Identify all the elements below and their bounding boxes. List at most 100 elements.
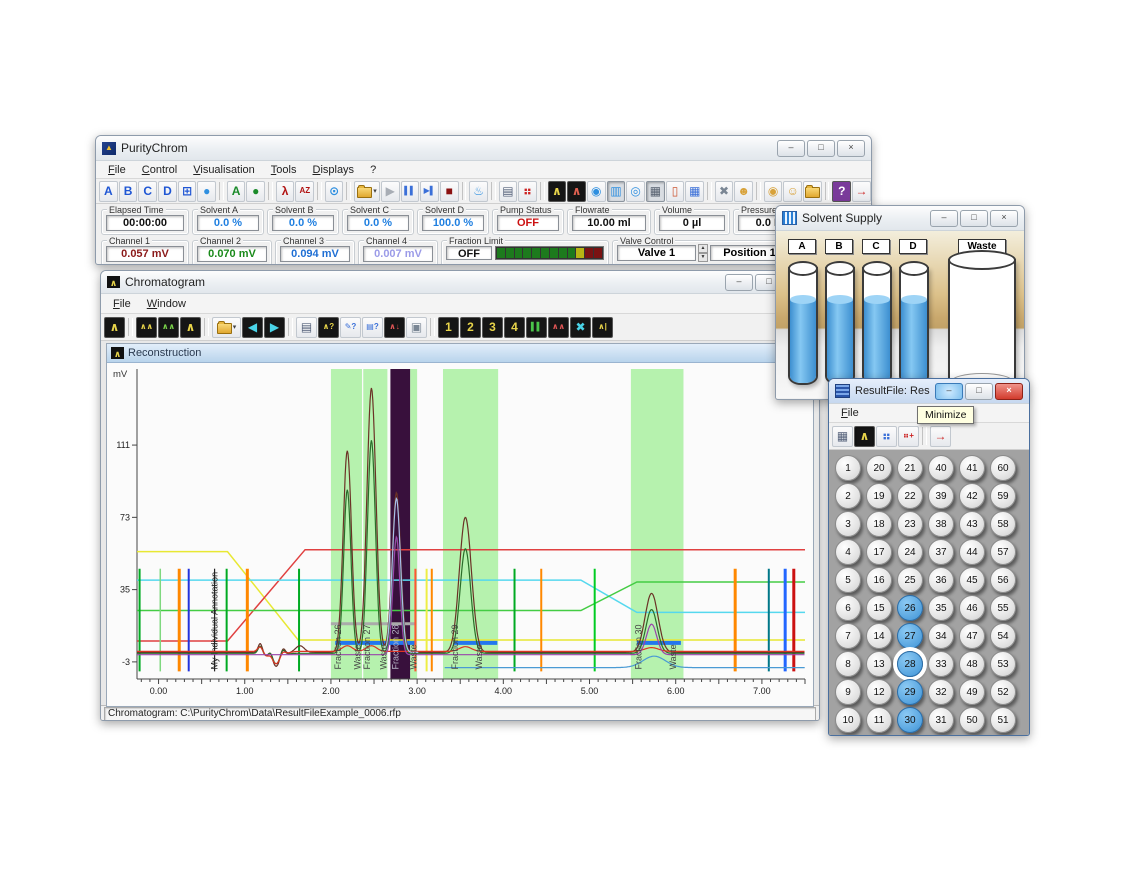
puritychrom-titlebar[interactable]: ▲ PurityChrom – □ × [96,136,871,161]
settings-button[interactable]: ✖ [715,181,734,202]
column-store-button[interactable]: ◎ [626,181,645,202]
fraction-43[interactable]: 43 [959,511,985,537]
fraction-30[interactable]: 30 [897,707,923,733]
fraction-37[interactable]: 37 [928,539,954,565]
online-view-button[interactable]: ∧ [104,317,125,338]
fraction-42[interactable]: 42 [959,483,985,509]
fraction-50[interactable]: 50 [959,707,985,733]
fraction-45[interactable]: 45 [959,567,985,593]
channel-4-view-button[interactable]: 4 [504,317,525,338]
autozero-a-button[interactable]: A [227,181,246,202]
chromatogram-titlebar[interactable]: ∧ Chromatogram – □ × [101,271,819,294]
solvent-supply-titlebar[interactable]: Solvent Supply – □ × [776,206,1024,231]
valve-1-field[interactable]: Valve 1 [617,245,696,261]
fraction-3[interactable]: 3 [835,511,861,537]
fraction-34[interactable]: 34 [928,623,954,649]
open-method-button[interactable]: ▾ [354,181,380,202]
fraction-23[interactable]: 23 [897,511,923,537]
purge-valve-button[interactable]: ⊙ [325,181,344,202]
solvent-supply-button[interactable]: ▥ [607,181,626,202]
fraction-2[interactable]: 2 [835,483,861,509]
fraction-55[interactable]: 55 [990,595,1016,621]
minimize-button[interactable]: – [935,383,963,400]
wash-button[interactable]: ♨ [469,181,488,202]
fraction-15[interactable]: 15 [866,595,892,621]
export-peaks-button[interactable]: ∧↓ [384,317,405,338]
close-button[interactable]: × [990,210,1018,227]
sample-sequence-button[interactable]: ⠶ [518,181,537,202]
fraction-11[interactable]: 11 [866,707,892,733]
fraction-8[interactable]: 8 [835,651,861,677]
rack-file-button[interactable]: ⠶ [876,426,897,447]
maximize-button[interactable]: □ [960,210,988,227]
method-editor-button[interactable]: ▤ [499,181,518,202]
threshold-lines-button[interactable]: ✖ [570,317,591,338]
resultfile-titlebar[interactable]: ResultFile: ResultFile... – □ × [829,379,1029,404]
chromatogram-thumb-button[interactable]: ∧ [854,426,875,447]
solvent-drops-blue-button[interactable]: ● [197,181,216,202]
single-view-button[interactable]: ∧ [180,317,201,338]
fraction-25[interactable]: 25 [897,567,923,593]
rack-view-button[interactable]: ▦ [832,426,853,447]
resultfile-menu-file[interactable]: File [833,406,867,420]
main-menu-help[interactable]: ? [362,163,384,177]
browse-files-button[interactable] [803,181,822,202]
fraction-52[interactable]: 52 [990,679,1016,705]
wavelength-az-button[interactable]: AZ [295,181,314,202]
fraction-41[interactable]: 41 [959,455,985,481]
fraction-5[interactable]: 5 [835,567,861,593]
login-button[interactable]: ☺ [783,181,802,202]
minimize-button[interactable]: – [725,274,753,291]
help-button[interactable]: ? [832,181,851,202]
fraction-17[interactable]: 17 [866,539,892,565]
solvent-drops-green-button[interactable]: ● [246,181,265,202]
main-menu-displays[interactable]: Displays [304,163,362,177]
fraction-29[interactable]: 29 [897,679,923,705]
start-button[interactable]: ▶ [381,181,400,202]
detector-all-button[interactable]: ⊞ [178,181,197,202]
open-result-button[interactable]: ▾ [212,317,241,338]
fraction-49[interactable]: 49 [959,679,985,705]
main-menu-control[interactable]: Control [134,163,185,177]
fraction-1[interactable]: 1 [835,455,861,481]
lock-button[interactable]: ◉ [764,181,783,202]
maximize-button[interactable]: □ [965,383,993,400]
fraction-6[interactable]: 6 [835,595,861,621]
valve-1-spinner[interactable]: ▲▼ [698,244,708,262]
fraction-56[interactable]: 56 [990,567,1016,593]
wavelength-button[interactable]: λ [276,181,295,202]
overlay-edit-button[interactable]: ∧∧ [158,317,179,338]
fraction-19[interactable]: 19 [866,483,892,509]
level-display-button[interactable]: ▯ [666,181,685,202]
spin-up-icon[interactable]: ▲ [698,244,708,253]
visualisation-button[interactable]: ◉ [587,181,606,202]
calibration-info-button[interactable]: ▤? [362,317,383,338]
fraction-48[interactable]: 48 [959,651,985,677]
fraction-53[interactable]: 53 [990,651,1016,677]
minimize-button[interactable]: – [777,140,805,157]
fraction-20[interactable]: 20 [866,455,892,481]
detector-a-button[interactable]: A [99,181,118,202]
users-button[interactable]: ☻ [734,181,753,202]
fraction-bars-button[interactable]: ▌▌ [526,317,547,338]
fraction-31[interactable]: 31 [928,707,954,733]
channel-2-view-button[interactable]: 2 [460,317,481,338]
fraction-44[interactable]: 44 [959,539,985,565]
minimize-button[interactable]: – [930,210,958,227]
detector-c-button[interactable]: C [138,181,157,202]
fraction-57[interactable]: 57 [990,539,1016,565]
fraction-47[interactable]: 47 [959,623,985,649]
detector-b-button[interactable]: B [119,181,138,202]
stop-button[interactable]: ■ [440,181,459,202]
dropdown-caret-icon[interactable]: ▾ [373,187,377,195]
reconstruction-plot[interactable]: mV1117335-30.001.002.003.004.005.006.007… [107,363,811,705]
detector-d-button[interactable]: D [158,181,177,202]
maximize-button[interactable]: □ [807,140,835,157]
next-chromatogram-button[interactable]: ▶ [264,317,285,338]
pause-button[interactable]: ▌▌ [401,181,420,202]
fraction-24[interactable]: 24 [897,539,923,565]
fraction-38[interactable]: 38 [928,511,954,537]
fraction-18[interactable]: 18 [866,511,892,537]
main-menu-visualisation[interactable]: Visualisation [185,163,263,177]
fraction-59[interactable]: 59 [990,483,1016,509]
